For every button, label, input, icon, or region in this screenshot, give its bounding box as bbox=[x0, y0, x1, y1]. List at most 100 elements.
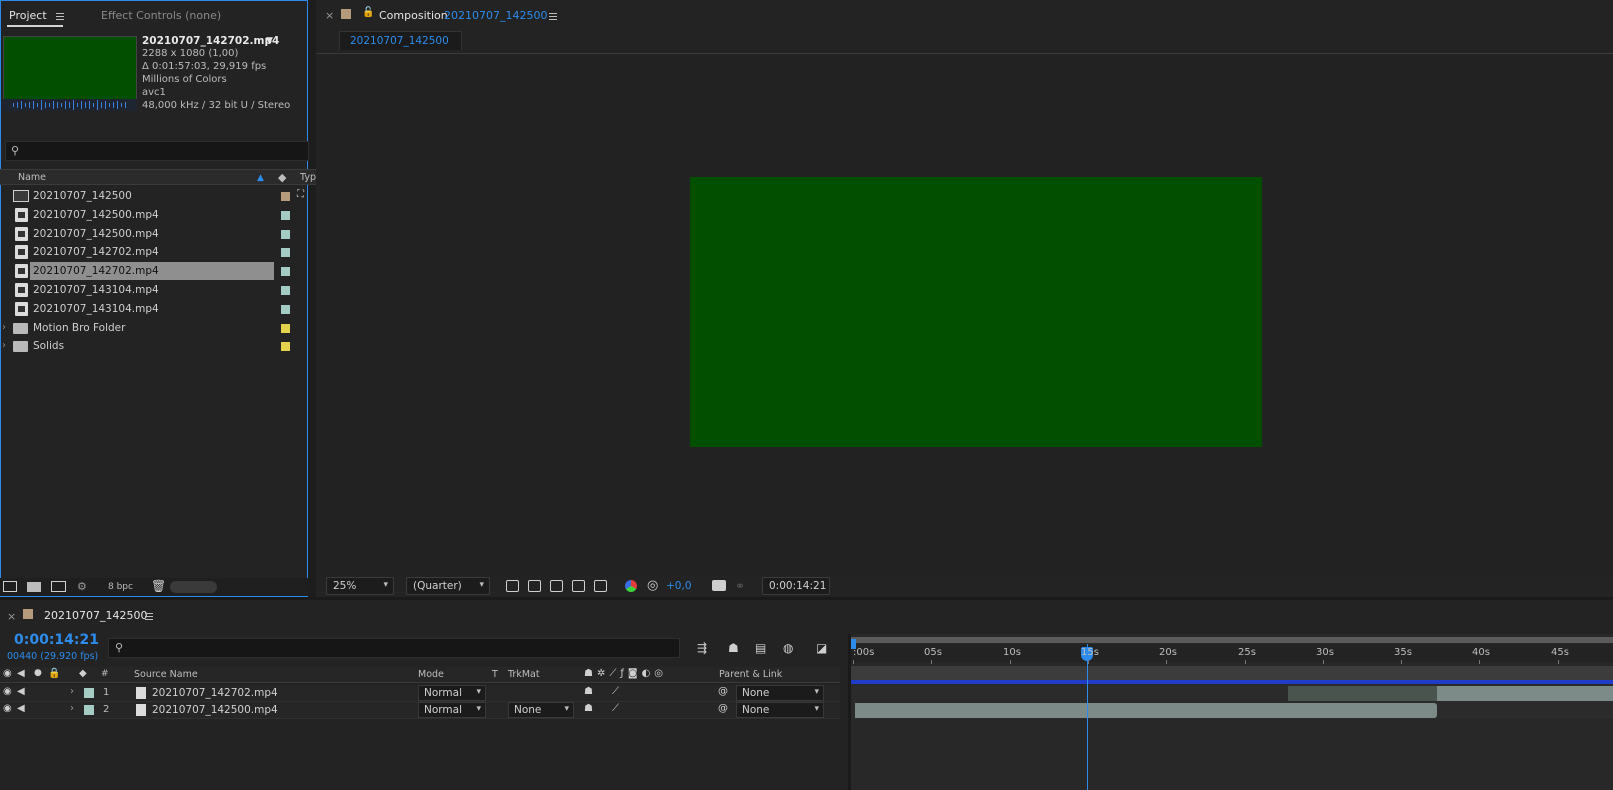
magnification-dropdown[interactable]: 25% ▾ bbox=[326, 577, 394, 595]
label-color-swatch[interactable] bbox=[281, 342, 290, 351]
project-footage-item[interactable]: 20210707_142702.mp4 bbox=[0, 262, 297, 280]
parent-dropdown[interactable]: None ▾ bbox=[736, 702, 824, 718]
tab-project[interactable]: Project bbox=[9, 9, 47, 22]
close-icon[interactable]: × bbox=[325, 9, 334, 22]
quality-icon[interactable]: ⟋ bbox=[612, 686, 619, 697]
eye-icon[interactable]: ◉ bbox=[3, 686, 12, 697]
chevron-right-icon[interactable]: › bbox=[70, 686, 74, 697]
track-matte-dropdown[interactable]: None ▾ bbox=[508, 702, 574, 718]
project-comp-item[interactable]: 20210707_142500 ⛶ bbox=[0, 187, 304, 205]
pick-whip-icon[interactable]: @ bbox=[718, 703, 728, 714]
label-color-swatch[interactable] bbox=[281, 267, 290, 276]
project-search-input[interactable]: ⚲ bbox=[5, 141, 309, 161]
speaker-icon: ◀ bbox=[17, 668, 25, 679]
color-channels-icon[interactable] bbox=[625, 580, 637, 592]
column-name[interactable]: Name bbox=[18, 172, 46, 183]
blend-mode-dropdown[interactable]: Normal ▾ bbox=[418, 702, 486, 718]
label-color-swatch[interactable] bbox=[281, 324, 290, 333]
region-of-interest-icon[interactable] bbox=[572, 580, 585, 592]
label-color-swatch[interactable] bbox=[281, 211, 290, 220]
composition-mini-flowchart-icon[interactable]: ⇶ bbox=[697, 641, 707, 655]
current-time[interactable]: 0:00:14:21 bbox=[14, 632, 99, 648]
camera-snapshot-icon[interactable] bbox=[712, 580, 726, 591]
label-color-swatch[interactable] bbox=[281, 286, 290, 295]
project-footage-item[interactable]: 20210707_143104.mp4 bbox=[0, 281, 297, 299]
show-snapshot-icon[interactable]: ⚭ bbox=[735, 579, 745, 593]
draft-3d-icon[interactable]: ☗ bbox=[728, 641, 739, 655]
chevron-right-icon[interactable]: › bbox=[2, 340, 6, 351]
pick-whip-icon[interactable]: @ bbox=[718, 686, 728, 697]
time-ruler[interactable] bbox=[851, 644, 1613, 662]
exposure-value[interactable]: +0,0 bbox=[666, 580, 692, 592]
label-color-swatch[interactable] bbox=[281, 305, 290, 314]
sort-ascending-icon[interactable]: ▲ bbox=[257, 173, 264, 183]
timeline-tab[interactable]: 20210707_142500 bbox=[44, 609, 147, 622]
parent-dropdown[interactable]: None ▾ bbox=[736, 685, 824, 701]
work-area-bar[interactable] bbox=[851, 637, 1613, 643]
current-time-display[interactable]: 0:00:14:21 bbox=[762, 577, 830, 595]
ruler-tick bbox=[1401, 660, 1402, 664]
thumbnail-transparency-toggle[interactable] bbox=[170, 581, 217, 593]
column-type[interactable]: Typ bbox=[300, 172, 316, 183]
comp-subtab[interactable]: 20210707_142500 bbox=[339, 31, 462, 50]
transparency-grid-icon[interactable] bbox=[528, 580, 541, 592]
label-color-swatch[interactable] bbox=[281, 192, 290, 201]
comp-panel-menu-icon[interactable] bbox=[549, 16, 557, 17]
grid-guides-icon[interactable] bbox=[594, 580, 607, 592]
blend-mode-dropdown[interactable]: Normal ▾ bbox=[418, 685, 486, 701]
lock-icon[interactable]: 🔓 bbox=[362, 7, 374, 18]
new-composition-icon[interactable] bbox=[51, 581, 66, 592]
frame-blending-icon[interactable]: ◍ bbox=[783, 641, 793, 655]
interpret-footage-icon[interactable] bbox=[3, 581, 17, 592]
flowchart-icon[interactable]: ⛶ bbox=[297, 189, 304, 200]
new-folder-icon[interactable] bbox=[27, 582, 41, 592]
speaker-icon[interactable]: ◀ bbox=[17, 703, 25, 714]
project-footage-item[interactable]: 20210707_143104.mp4 bbox=[0, 300, 297, 318]
timeline-menu-icon[interactable] bbox=[145, 616, 153, 617]
speaker-icon[interactable]: ◀ bbox=[17, 686, 25, 697]
chevron-right-icon[interactable]: › bbox=[2, 322, 6, 333]
comp-panel-name[interactable]: 20210707_142500 bbox=[444, 9, 547, 22]
label-color-swatch[interactable] bbox=[281, 248, 290, 257]
collapse-transform-icon[interactable]: ☗ bbox=[584, 703, 593, 714]
layer-row[interactable]: ◉ ◀ › 2 20210707_142500.mp4 Normal ▾ None ▾ ☗ ⟋ @ No… bbox=[0, 702, 840, 719]
trash-icon[interactable]: 🗑 bbox=[151, 579, 166, 593]
timeline-search-input[interactable]: ⚲ bbox=[108, 638, 680, 658]
footage-usage-caret-icon[interactable]: ▼ bbox=[266, 36, 273, 46]
tab-effect-controls[interactable]: Effect Controls (none) bbox=[101, 9, 221, 22]
composition-frame[interactable] bbox=[690, 177, 1262, 447]
bit-depth-button[interactable]: 8 bpc bbox=[108, 582, 133, 592]
layer-source-name[interactable]: 20210707_142500.mp4 bbox=[152, 704, 278, 716]
eye-icon[interactable]: ◉ bbox=[3, 703, 12, 714]
footage-file-icon bbox=[136, 687, 146, 699]
layer-2-duration-bar[interactable] bbox=[855, 703, 1437, 718]
collapse-transform-icon[interactable]: ☗ bbox=[584, 686, 593, 697]
label-color-swatch[interactable] bbox=[84, 688, 94, 698]
layer-source-name[interactable]: 20210707_142702.mp4 bbox=[152, 687, 278, 699]
project-folder-item[interactable]: › Solids bbox=[0, 337, 297, 355]
project-footage-item[interactable]: 20210707_142702.mp4 bbox=[0, 243, 297, 261]
layer-1-duration-bar-trimmed[interactable] bbox=[1288, 686, 1437, 701]
project-footage-item[interactable]: 20210707_142500.mp4 bbox=[0, 206, 297, 224]
panel-menu-icon[interactable] bbox=[56, 16, 64, 17]
column-source-name[interactable]: Source Name bbox=[134, 669, 198, 680]
comp-panel-title[interactable]: Composition bbox=[379, 9, 448, 22]
layer-row[interactable]: ◉ ◀ › 1 20210707_142702.mp4 Normal ▾ ☗ ⟋ @ None ▾ bbox=[0, 685, 840, 702]
layer-1-duration-bar[interactable] bbox=[1437, 686, 1613, 701]
project-settings-icon[interactable]: ⚙ bbox=[77, 580, 87, 593]
chevron-right-icon[interactable]: › bbox=[70, 703, 74, 714]
mask-visibility-icon[interactable] bbox=[550, 580, 563, 592]
color-management-icon[interactable]: ◎ bbox=[647, 578, 658, 593]
resolution-dropdown[interactable]: (Quarter) ▾ bbox=[406, 577, 490, 595]
label-color-swatch[interactable] bbox=[84, 705, 94, 715]
close-icon[interactable]: × bbox=[7, 610, 16, 623]
project-folder-item[interactable]: › Motion Bro Folder bbox=[0, 319, 297, 337]
label-color-swatch[interactable] bbox=[281, 230, 290, 239]
footage-file-icon bbox=[15, 227, 28, 241]
shy-layers-icon[interactable]: ▤ bbox=[755, 641, 766, 655]
label-tag-icon[interactable]: ◆ bbox=[278, 171, 286, 184]
graph-editor-icon[interactable]: ◪ bbox=[816, 641, 827, 655]
quality-icon[interactable]: ⟋ bbox=[612, 703, 619, 714]
fast-previews-icon[interactable] bbox=[506, 580, 519, 592]
project-footage-item[interactable]: 20210707_142500.mp4 bbox=[0, 225, 297, 243]
